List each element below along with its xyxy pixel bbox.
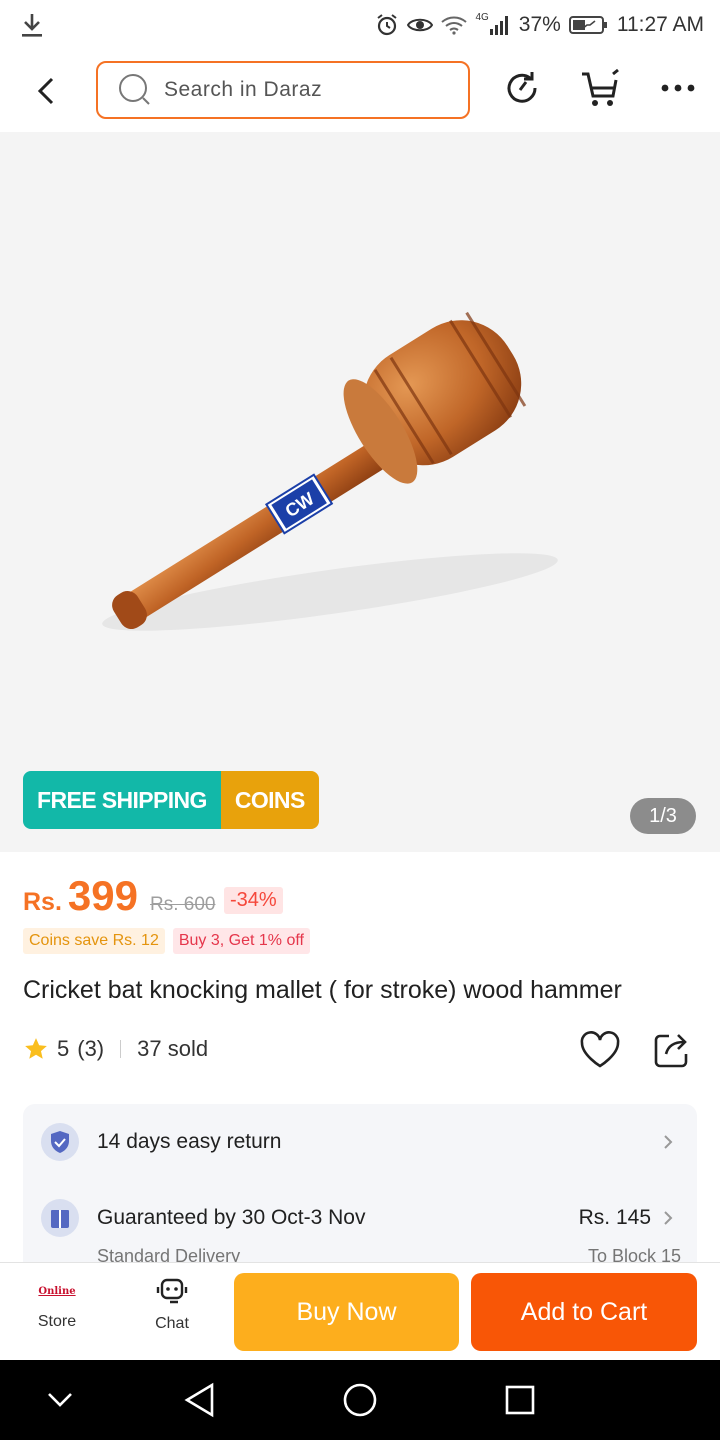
add-to-cart-button[interactable]: Add to Cart [471, 1273, 697, 1351]
eye-icon [407, 15, 434, 35]
heart-icon [580, 1031, 620, 1068]
battery-icon [568, 15, 609, 35]
return-text: 14 days easy return [97, 1130, 282, 1153]
chat-button[interactable]: Chat [132, 1277, 212, 1333]
delivery-price: Rs. 145 [578, 1206, 651, 1229]
divider [120, 1040, 122, 1058]
star-icon [25, 1038, 47, 1059]
system-back-button[interactable] [180, 1380, 220, 1420]
wishlist-button[interactable] [578, 1028, 622, 1072]
return-policy-row[interactable]: 14 days easy return [23, 1122, 697, 1162]
top-nav: Search in Daraz [0, 50, 720, 132]
rating-count: (3) [77, 1036, 105, 1061]
chevron-right-icon [664, 1135, 673, 1149]
product-image-gallery[interactable]: CW FREE SHIPPING COINS 1/3 [0, 132, 720, 852]
store-logo-text: Online [38, 1285, 76, 1297]
share-button[interactable] [652, 1030, 692, 1070]
cart-button[interactable] [578, 66, 622, 110]
store-button[interactable]: Online Store [17, 1277, 97, 1331]
back-button[interactable] [18, 63, 74, 119]
rating-row[interactable]: 5 (3) 37 sold [23, 1036, 208, 1062]
alarm-icon [375, 13, 399, 37]
promo-badge: FREE SHIPPING COINS [23, 771, 319, 829]
system-home-button[interactable] [340, 1380, 380, 1420]
signal-icon: 4G [475, 11, 510, 35]
product-title: Cricket bat knocking mallet ( for stroke… [23, 976, 622, 1004]
buy-now-button[interactable]: Buy Now [234, 1273, 459, 1351]
nav-actions [500, 66, 700, 110]
search-placeholder: Search in Daraz [164, 78, 323, 101]
price-current: 399 [67, 872, 138, 919]
service-info-card: 14 days easy return Guaranteed by 30 Oct… [23, 1104, 697, 1284]
product-image-mallet: CW [102, 311, 558, 631]
promo-tags: Coins save Rs. 12 Buy 3, Get 1% off [23, 928, 310, 954]
status-bar: 4G 37% 11:27 AM [0, 0, 720, 50]
cart-icon [582, 68, 619, 106]
search-icon [119, 74, 150, 105]
price-currency: Rs. [23, 888, 62, 916]
refresh-icon [507, 72, 537, 103]
rating-score: 5 [57, 1036, 70, 1061]
search-bar[interactable]: Search in Daraz [96, 61, 470, 119]
free-shipping-badge: FREE SHIPPING [23, 771, 221, 829]
chat-icon [156, 1278, 188, 1304]
sold-count: 37 sold [137, 1036, 209, 1061]
package-icon [41, 1199, 79, 1237]
delivery-text: Guaranteed by 30 Oct-3 Nov [97, 1206, 366, 1229]
square-recents-icon [505, 1385, 535, 1415]
chevron-right-icon [664, 1211, 673, 1225]
network-type: 4G [475, 11, 489, 23]
hide-nav-button[interactable] [40, 1380, 80, 1420]
price-original: Rs. 600 [149, 894, 216, 915]
battery-percent: 37% [518, 13, 561, 36]
discount-badge: -34% [224, 887, 283, 914]
circle-home-icon [343, 1383, 377, 1417]
coins-save-tag[interactable]: Coins save Rs. 12 [23, 928, 165, 954]
status-icons: 4G 37% 11:27 AM [375, 11, 704, 37]
system-nav-bar [0, 1360, 720, 1440]
chat-label: Chat [155, 1315, 189, 1332]
bottom-action-bar: Online Store Chat Buy Now Add to Cart [0, 1262, 720, 1360]
chevron-left-icon [37, 77, 54, 105]
delivery-row[interactable]: Guaranteed by 30 Oct-3 Nov Rs. 145 [23, 1198, 697, 1238]
clock: 11:27 AM [616, 13, 704, 36]
store-logo: Online [37, 1277, 77, 1305]
more-button[interactable] [656, 66, 700, 110]
bundle-tag[interactable]: Buy 3, Get 1% off [172, 928, 310, 954]
store-label: Store [37, 1313, 77, 1330]
more-icon [661, 84, 695, 92]
wifi-icon [441, 15, 468, 35]
download-icon [20, 12, 44, 38]
refresh-button[interactable] [500, 66, 544, 110]
share-icon [654, 1034, 688, 1068]
price-row: Rs. 399 Rs. 600 [23, 872, 215, 920]
image-pager: 1/3 [630, 798, 696, 834]
shield-check-icon [41, 1123, 79, 1161]
system-recents-button[interactable] [500, 1380, 540, 1420]
triangle-back-icon [184, 1382, 214, 1418]
coins-badge: COINS [220, 771, 319, 829]
chevron-down-icon [48, 1393, 72, 1407]
